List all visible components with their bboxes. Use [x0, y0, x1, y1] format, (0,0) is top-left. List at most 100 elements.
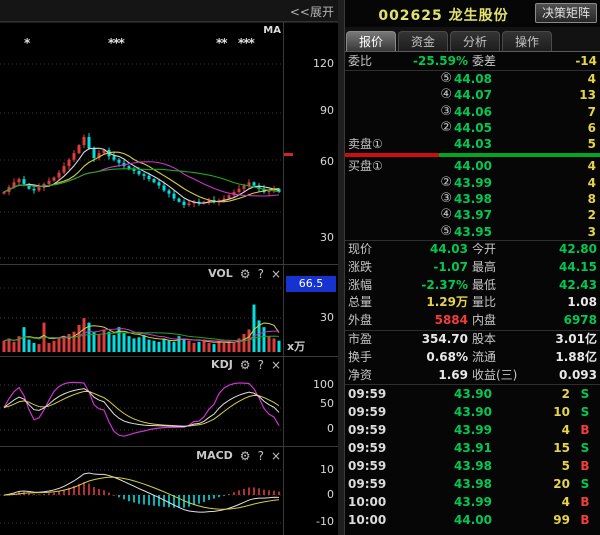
tick-side: B: [576, 421, 594, 439]
stat-value: 1.29万: [373, 294, 468, 312]
gear-icon[interactable]: ⚙: [240, 359, 251, 371]
stat-row[interactable]: 现价44.03今开42.80: [345, 241, 600, 259]
tick-volume: 2: [495, 385, 570, 403]
tick-time: 10:00: [348, 511, 386, 529]
kdj-axis-tick: 100: [284, 378, 334, 391]
close-icon[interactable]: ×: [271, 268, 281, 280]
volume-unit-label: x万: [287, 338, 305, 354]
macd-pane-title: MACD: [196, 449, 233, 462]
tick-time: 09:59: [348, 475, 386, 493]
bid-row[interactable]: ②43.994: [345, 175, 600, 191]
price-axis-tick: 30: [284, 231, 334, 244]
tick-volume: 15: [495, 439, 570, 457]
stat-row[interactable]: 净资1.69收益(三)0.093: [345, 367, 600, 385]
stat-label: 最高: [472, 259, 496, 277]
tick-list: 09:5943.902S09:5943.9010S09:5943.994B09:…: [345, 385, 600, 529]
tick-price: 43.91: [454, 439, 492, 457]
volume-cursor-value: 66.5: [286, 276, 336, 292]
tick-time: 09:59: [348, 439, 386, 457]
tick-price: 43.90: [454, 385, 492, 403]
tick-row[interactable]: 09:5943.985B: [345, 457, 600, 475]
stat-value: 6978: [564, 312, 597, 330]
stat-row[interactable]: 涨跌-1.07最高44.15: [345, 259, 600, 277]
tick-row[interactable]: 09:5943.9115S: [345, 439, 600, 457]
vol-pane-title: VOL: [208, 267, 233, 280]
ask-row[interactable]: ⑤44.084: [345, 71, 600, 87]
expand-button[interactable]: <<展开: [290, 3, 334, 20]
stat-label: 今开: [472, 241, 496, 259]
decision-matrix-button[interactable]: 决策矩阵: [535, 3, 597, 23]
stat-row[interactable]: 外盘5884内盘6978: [345, 312, 600, 330]
weibi-label: 委比: [348, 52, 372, 70]
ma-marker-2: ***: [108, 36, 124, 50]
bid-row[interactable]: ④43.972: [345, 207, 600, 223]
trading-app-window: <<展开 MA * *** ** *** 120 90 60 30 VOL ⚙ …: [0, 0, 600, 535]
stat-value: 44.15: [559, 259, 597, 277]
stat-label: 净资: [348, 367, 372, 385]
kdj-axis-tick: 0: [284, 422, 334, 435]
ask-volume: 13: [579, 87, 596, 103]
stat-row[interactable]: 市盈354.70股本3.01亿: [345, 331, 600, 349]
tick-side: B: [576, 457, 594, 475]
ask-row[interactable]: ④44.0713: [345, 87, 600, 103]
tab-分析[interactable]: 分析: [450, 31, 500, 51]
close-icon[interactable]: ×: [271, 359, 281, 371]
tick-row[interactable]: 10:0043.994B: [345, 493, 600, 511]
stat-label: 流通: [472, 349, 496, 367]
tick-row[interactable]: 09:5943.9820S: [345, 475, 600, 493]
stat-value: 5884: [373, 312, 468, 330]
bid-price: 43.97: [454, 207, 492, 223]
bid-row[interactable]: ⑤43.953: [345, 224, 600, 240]
sell1-label: 卖盘①: [348, 136, 383, 152]
buy1-row[interactable]: 买盘①44.004: [345, 158, 600, 174]
bid-volume: 4: [588, 175, 596, 191]
stat-row[interactable]: 总量1.29万量比1.08: [345, 294, 600, 312]
stat-value: 0.68%: [373, 349, 468, 367]
gear-icon[interactable]: ⚙: [240, 450, 251, 462]
price-axis-tick: 60: [284, 155, 334, 168]
gear-icon[interactable]: ⚙: [240, 268, 251, 280]
stat-label: 收益(三): [472, 367, 517, 385]
tick-volume: 10: [495, 403, 570, 421]
stat-label: 现价: [348, 241, 372, 259]
ma-legend-label: MA: [263, 25, 281, 36]
ask-row[interactable]: ②44.056: [345, 120, 600, 136]
stat-row[interactable]: 换手0.68%流通1.88亿: [345, 349, 600, 367]
gauge-green-bar: [439, 153, 600, 157]
stat-value: 42.43: [559, 277, 597, 295]
close-icon[interactable]: ×: [271, 450, 281, 462]
tick-time: 10:00: [348, 493, 386, 511]
ma-marker-4: ***: [238, 36, 254, 50]
level-circle: ②: [425, 120, 452, 136]
tick-price: 43.90: [454, 403, 492, 421]
stat-label: 涨跌: [348, 259, 372, 277]
level-circle: ④: [425, 207, 452, 223]
stock-code: 002625: [378, 8, 442, 24]
help-icon[interactable]: ?: [258, 268, 264, 280]
tick-row[interactable]: 09:5943.9010S: [345, 403, 600, 421]
tab-报价[interactable]: 报价: [346, 31, 396, 51]
kline-chart-canvas[interactable]: [0, 0, 338, 535]
macd-pane-header: MACD ⚙ ? ×: [196, 449, 281, 462]
sell1-row[interactable]: 卖盘①44.035: [345, 136, 600, 152]
tick-row[interactable]: 09:5943.994B: [345, 421, 600, 439]
tab-操作[interactable]: 操作: [502, 31, 552, 51]
vol-pane-header: VOL ⚙ ? ×: [208, 267, 281, 280]
ask-row[interactable]: ③44.067: [345, 104, 600, 120]
kdj-pane-header: KDJ ⚙ ? ×: [211, 358, 281, 371]
stat-row[interactable]: 涨幅-2.37%最低42.43: [345, 277, 600, 295]
level-circle: ③: [425, 104, 452, 120]
tick-row[interactable]: 10:0044.0099B: [345, 511, 600, 529]
help-icon[interactable]: ?: [258, 450, 264, 462]
tick-time: 09:59: [348, 457, 386, 475]
tick-row[interactable]: 09:5943.902S: [345, 385, 600, 403]
chart-panel: <<展开 MA * *** ** *** 120 90 60 30 VOL ⚙ …: [0, 0, 338, 535]
help-icon[interactable]: ?: [258, 359, 264, 371]
bid-row[interactable]: ③43.988: [345, 191, 600, 207]
tab-资金[interactable]: 资金: [398, 31, 448, 51]
stat-value: 0.093: [559, 367, 597, 385]
buy1-volume: 4: [588, 158, 596, 174]
stat-label: 总量: [348, 294, 372, 312]
panel-splitter[interactable]: [338, 0, 345, 535]
macd-axis-tick: 0: [284, 488, 334, 501]
